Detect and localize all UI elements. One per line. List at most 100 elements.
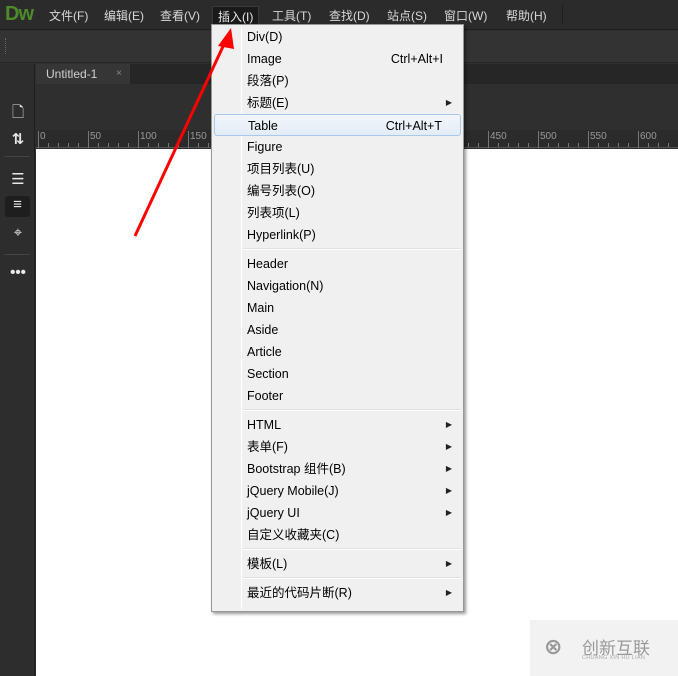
menu-0[interactable]: 文件(F) bbox=[44, 6, 93, 26]
menu-6[interactable]: 站点(S) bbox=[382, 6, 432, 26]
dom-outline-icon[interactable]: ≡ bbox=[5, 196, 30, 217]
menu-separator bbox=[243, 548, 461, 550]
sort-arrows-icon[interactable]: ⇅ bbox=[8, 130, 28, 148]
menu-8[interactable]: 帮助(H) bbox=[501, 6, 552, 26]
menu-item[interactable]: Bootstrap 组件(B) ▶ bbox=[214, 458, 461, 480]
watermark-subtext: CHUANG XIN HU LIAN bbox=[582, 655, 646, 661]
toolbar-grip[interactable] bbox=[5, 38, 8, 54]
panel-divider bbox=[4, 156, 30, 157]
menu-item-label: Hyperlink(P) bbox=[247, 228, 316, 242]
menu-item-label: 自定义收藏夹(C) bbox=[247, 528, 340, 542]
menu-item[interactable]: Navigation(N) bbox=[214, 275, 461, 297]
ruler-tick bbox=[48, 143, 49, 147]
menu-item-label: Section bbox=[247, 367, 289, 381]
menu-item[interactable]: jQuery UI ▶ bbox=[214, 502, 461, 524]
left-tool-panel: 🗋 ⇅ ☰ ≡ ⌖ ••• bbox=[0, 64, 35, 676]
submenu-arrow-icon: ▶ bbox=[445, 98, 452, 107]
ruler-tick bbox=[498, 143, 499, 147]
ruler-tick bbox=[158, 143, 159, 147]
ruler-tick bbox=[608, 143, 609, 147]
menu-item[interactable]: 标题(E) ▶ bbox=[214, 92, 461, 114]
menu-item[interactable]: 编号列表(O) bbox=[214, 180, 461, 202]
menu-item[interactable]: HTML ▶ bbox=[214, 414, 461, 436]
ruler-tick bbox=[548, 143, 549, 147]
ruler-tick bbox=[538, 143, 539, 147]
ruler-tick bbox=[88, 143, 89, 147]
menu-4[interactable]: 工具(T) bbox=[267, 6, 316, 26]
menu-item[interactable]: Table Ctrl+Alt+T bbox=[214, 114, 461, 136]
menu-item[interactable]: 段落(P) bbox=[214, 70, 461, 92]
ruler-tick bbox=[108, 143, 109, 147]
document-tab-title: Untitled-1 bbox=[46, 67, 98, 81]
ruler-tick bbox=[508, 143, 509, 147]
submenu-arrow-icon: ▶ bbox=[445, 464, 452, 473]
ruler-tick bbox=[588, 143, 589, 147]
menu-item[interactable]: Hyperlink(P) bbox=[214, 224, 461, 246]
ruler-tick bbox=[568, 143, 569, 147]
menu-item[interactable]: 列表项(L) bbox=[214, 202, 461, 224]
menu-separator bbox=[243, 577, 461, 579]
menu-item-label: jQuery Mobile(J) bbox=[247, 484, 339, 498]
menu-item[interactable]: 最近的代码片断(R) ▶ bbox=[214, 582, 461, 604]
menu-7[interactable]: 窗口(W) bbox=[439, 6, 492, 26]
ruler-tick bbox=[648, 143, 649, 147]
menu-item[interactable]: Header bbox=[214, 253, 461, 275]
ruler-tick bbox=[78, 143, 79, 147]
document-tab[interactable]: Untitled-1 × bbox=[36, 64, 130, 84]
menu-5[interactable]: 查找(D) bbox=[324, 6, 375, 26]
submenu-arrow-icon: ▶ bbox=[445, 508, 452, 517]
menu-item-shortcut: Ctrl+Alt+T bbox=[385, 119, 442, 133]
ruler-tick bbox=[208, 143, 209, 147]
ruler-tick bbox=[628, 143, 629, 147]
ruler-tick bbox=[38, 143, 39, 147]
live-view-icon[interactable]: ☰ bbox=[8, 170, 28, 188]
menu-item-label: Article bbox=[247, 345, 282, 359]
menu-2[interactable]: 查看(V) bbox=[155, 6, 205, 26]
menu-item[interactable]: jQuery Mobile(J) ▶ bbox=[214, 480, 461, 502]
ruler-tick bbox=[168, 143, 169, 147]
menu-item[interactable]: 模板(L) ▶ bbox=[214, 553, 461, 575]
submenu-arrow-icon: ▶ bbox=[445, 442, 452, 451]
ruler-tick bbox=[658, 143, 659, 147]
menu-item[interactable]: 自定义收藏夹(C) bbox=[214, 524, 461, 546]
menu-item[interactable]: 表单(F) ▶ bbox=[214, 436, 461, 458]
menu-item[interactable]: Article bbox=[214, 341, 461, 363]
insert-menu-dropdown: Div(D) Image Ctrl+Alt+I 段落(P) 标题(E) ▶ Table Ctr… bbox=[211, 24, 464, 612]
menu-1[interactable]: 编辑(E) bbox=[99, 6, 149, 26]
menu-item-label: 编号列表(O) bbox=[247, 184, 316, 198]
menu-item[interactable]: Div(D) bbox=[214, 26, 461, 48]
target-icon[interactable]: ⌖ bbox=[8, 224, 28, 241]
menu-item[interactable]: Figure bbox=[214, 136, 461, 158]
ruler-tick bbox=[68, 143, 69, 147]
menu-item-label: 标题(E) bbox=[247, 96, 289, 110]
ruler-tick bbox=[528, 143, 529, 147]
menu-item-label: Div(D) bbox=[247, 30, 283, 44]
menu-item-label: HTML bbox=[247, 418, 282, 432]
menu-item-label: Image bbox=[247, 52, 282, 66]
panel-divider bbox=[4, 254, 30, 255]
submenu-arrow-icon: ▶ bbox=[445, 486, 452, 495]
menu-item[interactable]: 项目列表(U) bbox=[214, 158, 461, 180]
menu-item-label: 模板(L) bbox=[247, 557, 288, 571]
ruler-tick bbox=[58, 143, 59, 147]
ruler-tick bbox=[188, 143, 189, 147]
menu-3[interactable]: 插入(I) bbox=[212, 6, 260, 26]
menu-item-label: 最近的代码片断(R) bbox=[247, 586, 352, 600]
ruler-tick bbox=[518, 143, 519, 147]
more-icon[interactable]: ••• bbox=[8, 264, 28, 281]
menu-item[interactable]: Main bbox=[214, 297, 461, 319]
new-file-icon[interactable]: 🗋 bbox=[8, 102, 28, 127]
close-icon[interactable]: × bbox=[116, 64, 122, 84]
ruler-tick bbox=[198, 143, 199, 147]
menu-item[interactable]: Aside bbox=[214, 319, 461, 341]
menu-item-label: 项目列表(U) bbox=[247, 162, 315, 176]
menu-item[interactable]: Image Ctrl+Alt+I bbox=[214, 48, 461, 70]
menu-item-shortcut: Ctrl+Alt+I bbox=[390, 52, 443, 66]
ruler-tick bbox=[148, 143, 149, 147]
menu-item[interactable]: Footer bbox=[214, 385, 461, 407]
menu-item[interactable]: Section bbox=[214, 363, 461, 385]
menu-separator bbox=[243, 409, 461, 411]
menu-item-label: Main bbox=[247, 301, 275, 315]
menu-item-label: Figure bbox=[247, 140, 283, 154]
submenu-arrow-icon: ▶ bbox=[445, 588, 452, 597]
